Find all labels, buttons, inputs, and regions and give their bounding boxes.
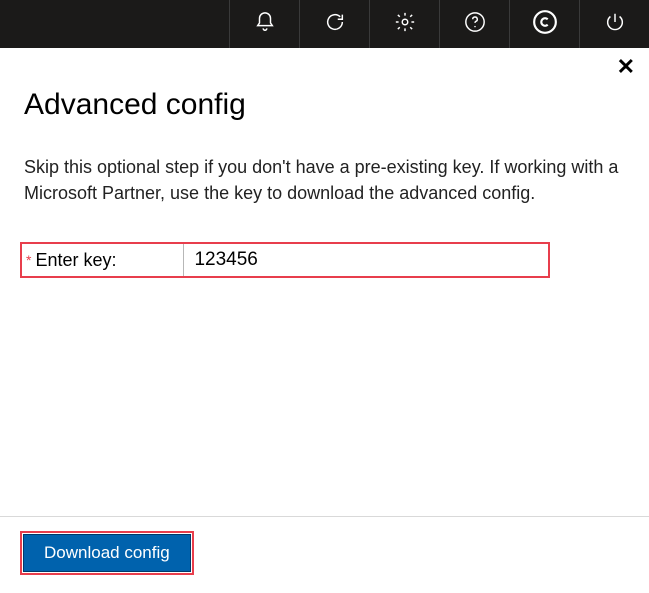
enter-key-label: Enter key: [31,250,183,271]
refresh-icon [324,11,346,38]
required-indicator: * [22,252,31,268]
enter-key-input[interactable] [183,244,548,276]
power-button[interactable] [579,0,649,48]
download-config-button[interactable]: Download config [23,534,191,572]
help-icon [464,11,486,38]
enter-key-field: * Enter key: [20,242,550,278]
copyright-button[interactable] [509,0,579,48]
copyright-icon [532,9,558,40]
settings-icon [394,11,416,38]
help-button[interactable] [439,0,509,48]
notifications-icon [254,11,276,38]
power-icon [604,11,626,38]
topbar [0,0,649,48]
notifications-button[interactable] [229,0,299,48]
dialog-footer: Download config [0,517,649,593]
close-button[interactable]: ✕ [613,54,639,80]
settings-button[interactable] [369,0,439,48]
dialog-description: Skip this optional step if you don't hav… [0,142,649,230]
dialog-title: Advanced config [0,80,649,142]
refresh-button[interactable] [299,0,369,48]
dialog-panel: ✕ Advanced config Skip this optional ste… [0,48,649,593]
